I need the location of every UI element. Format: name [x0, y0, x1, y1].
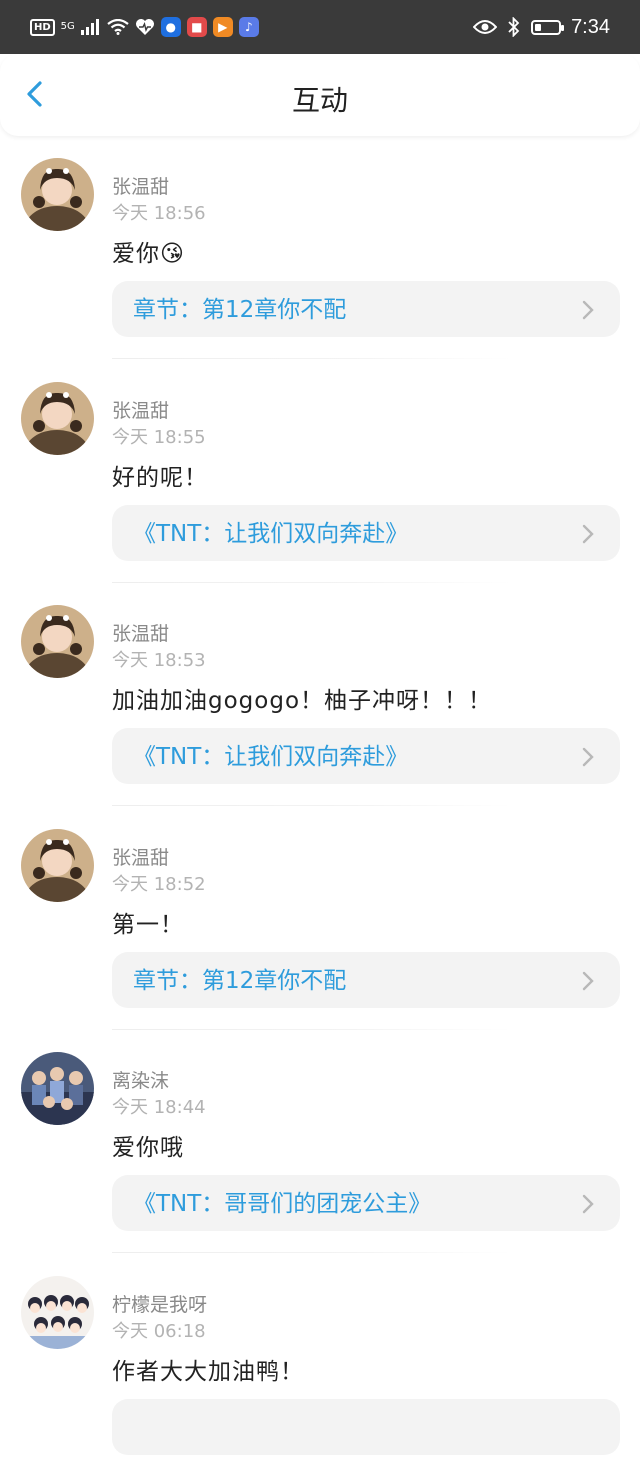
play-app-icon: ▶	[213, 17, 233, 37]
reference-link[interactable]: 《TNT：让我们双向奔赴》	[112, 728, 620, 784]
comment-time: 今天 18:52	[112, 870, 206, 896]
status-bar-left: HD 5G ● ■ ▶ ♪	[30, 0, 259, 54]
page-title: 互动	[0, 54, 640, 136]
status-bar: HD 5G ● ■ ▶ ♪ 7:34	[0, 0, 640, 54]
top-bar: 互动	[0, 54, 640, 136]
comment-time: 今天 18:53	[112, 646, 206, 672]
comment-text: 爱你😘	[112, 234, 185, 268]
author-name[interactable]: 柠檬是我呀	[112, 1290, 207, 1317]
reference-link[interactable]: 《TNT：哥哥们的团宠公主》	[112, 1175, 620, 1231]
bluetooth-icon	[507, 17, 521, 37]
comment-text: 第一！	[112, 905, 184, 939]
reference-label: 章节：第12章你不配	[133, 281, 346, 339]
book-app-icon: ■	[187, 17, 207, 37]
reference-link[interactable]: 《TNT：让我们双向奔赴》	[112, 505, 620, 561]
reference-label: 《TNT：让我们双向奔赴》	[133, 728, 408, 786]
author-name[interactable]: 离染沫	[112, 1066, 169, 1093]
comment-time: 今天 06:18	[112, 1317, 206, 1343]
comment-time: 今天 18:44	[112, 1093, 206, 1119]
reference-label: 《TNT：哥哥们的团宠公主》	[133, 1175, 431, 1233]
avatar[interactable]	[21, 1276, 94, 1349]
health-icon	[135, 18, 155, 36]
status-bar-right: 7:34	[473, 0, 610, 54]
eye-icon	[473, 19, 497, 35]
hd-badge: HD	[30, 19, 55, 36]
author-name[interactable]: 张温甜	[112, 843, 169, 870]
wifi-icon	[107, 19, 129, 35]
bulb-app-icon: ●	[161, 17, 181, 37]
author-name[interactable]: 张温甜	[112, 172, 169, 199]
reference-link[interactable]: 章节：第12章你不配	[112, 952, 620, 1008]
author-name[interactable]: 张温甜	[112, 396, 169, 423]
comment-time: 今天 18:56	[112, 199, 206, 225]
reference-label: 《TNT：让我们双向奔赴》	[133, 505, 408, 563]
avatar[interactable]	[21, 382, 94, 455]
reference-link[interactable]	[112, 1399, 620, 1455]
comment-text: 爱你哦	[112, 1128, 184, 1162]
signal-icon	[81, 19, 101, 35]
chevron-right-icon	[580, 1192, 596, 1216]
list-item[interactable]: 张温甜 今天 18:55 好的呢！ 《TNT：让我们双向奔赴》	[0, 360, 640, 584]
avatar[interactable]	[21, 605, 94, 678]
reference-label: 章节：第12章你不配	[133, 952, 346, 1010]
chevron-right-icon	[580, 969, 596, 993]
list-item[interactable]: 柠檬是我呀 今天 06:18 作者大大加油鸭！	[0, 1254, 640, 1477]
list-item[interactable]: 张温甜 今天 18:56 爱你😘 章节：第12章你不配	[0, 136, 640, 360]
avatar[interactable]	[21, 1052, 94, 1125]
list-item[interactable]: 张温甜 今天 18:52 第一！ 章节：第12章你不配	[0, 807, 640, 1031]
status-time: 7:34	[571, 16, 610, 39]
interaction-list: 张温甜 今天 18:56 爱你😘 章节：第12章你不配 张温甜 今天 18:55…	[0, 136, 640, 1477]
list-item[interactable]: 离染沫 今天 18:44 爱你哦 《TNT：哥哥们的团宠公主》	[0, 1030, 640, 1254]
author-name[interactable]: 张温甜	[112, 619, 169, 646]
network-type: 5G	[61, 22, 75, 32]
chevron-right-icon	[580, 298, 596, 322]
music-app-icon: ♪	[239, 17, 259, 37]
avatar[interactable]	[21, 158, 94, 231]
list-item[interactable]: 张温甜 今天 18:53 加油加油gogogo！柚子冲呀！！！ 《TNT：让我们…	[0, 583, 640, 807]
chevron-right-icon	[580, 745, 596, 769]
comment-text: 作者大大加油鸭！	[112, 1352, 304, 1386]
chevron-right-icon	[580, 522, 596, 546]
avatar[interactable]	[21, 829, 94, 902]
comment-text: 加油加油gogogo！柚子冲呀！！！	[112, 681, 492, 715]
comment-text: 好的呢！	[112, 458, 208, 492]
reference-link[interactable]: 章节：第12章你不配	[112, 281, 620, 337]
battery-icon	[531, 20, 561, 35]
comment-time: 今天 18:55	[112, 423, 206, 449]
